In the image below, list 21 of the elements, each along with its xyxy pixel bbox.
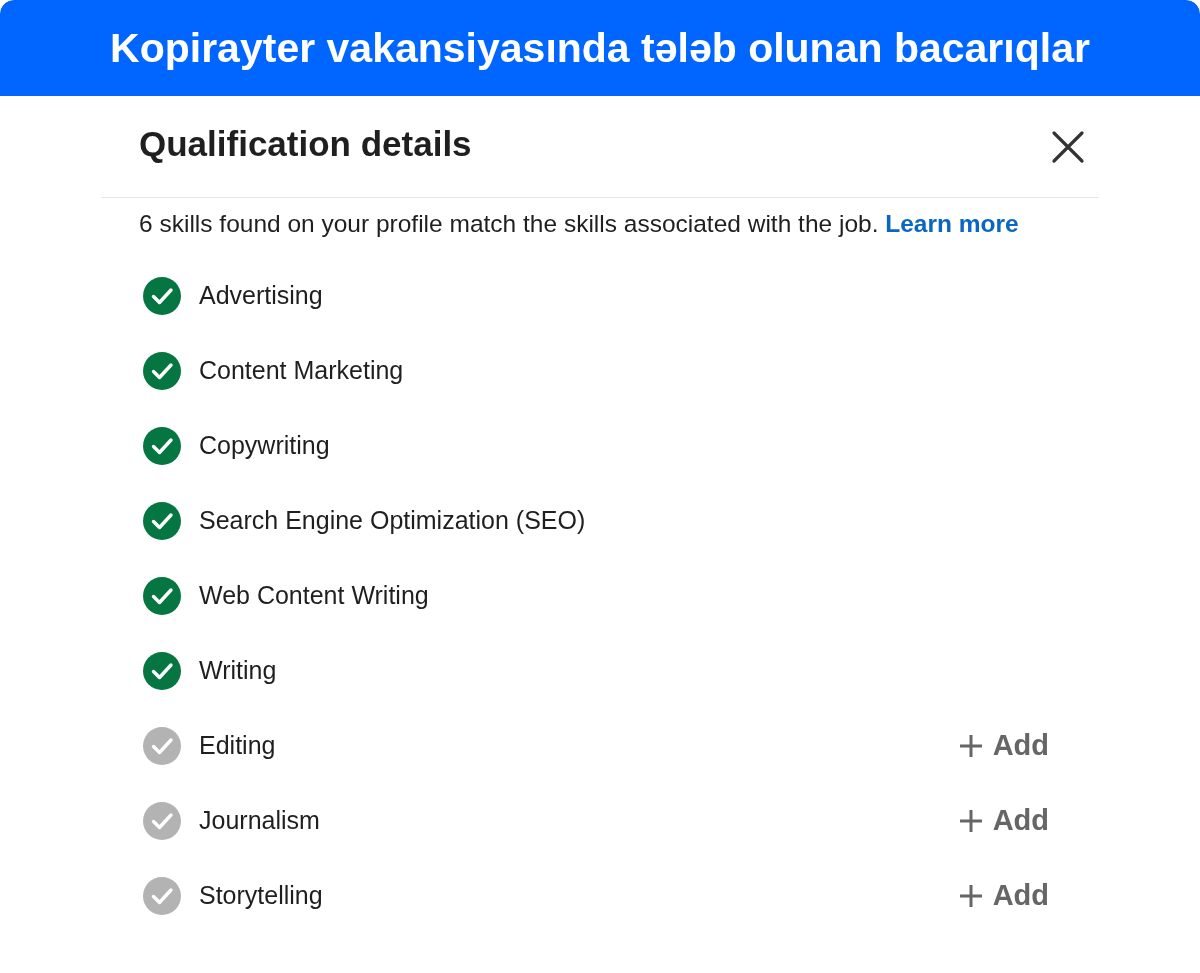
add-button[interactable]: Add (958, 729, 1049, 762)
dialog-title: Qualification details (139, 123, 472, 165)
close-button[interactable] (1051, 129, 1085, 164)
skill-name: Editing (199, 731, 277, 760)
skill-name: Writing (199, 656, 278, 685)
plus-icon (958, 808, 983, 833)
plus-icon (958, 883, 983, 908)
skill-name: Storytelling (199, 881, 324, 910)
close-icon (1051, 129, 1085, 164)
description: 6 skills found on your profile match the skills associated with the job. Learn more (139, 209, 1020, 239)
skill-name: Web Content Writing (199, 581, 430, 610)
skill-name: Copywriting (199, 431, 331, 460)
skill-name: Content Marketing (199, 356, 405, 385)
banner-title: Kopirayter vakansiyasında tələb olunan bacarıqlar (110, 24, 1090, 72)
learn-more-link[interactable]: Learn more (885, 210, 1019, 237)
add-button[interactable]: Add (958, 879, 1049, 912)
add-button[interactable]: Add (958, 804, 1049, 837)
skill-name: Search Engine Optimization (SEO) (199, 506, 587, 535)
skill-name: Advertising (199, 281, 324, 310)
skill-name: Journalism (199, 806, 321, 835)
plus-icon (958, 733, 983, 758)
